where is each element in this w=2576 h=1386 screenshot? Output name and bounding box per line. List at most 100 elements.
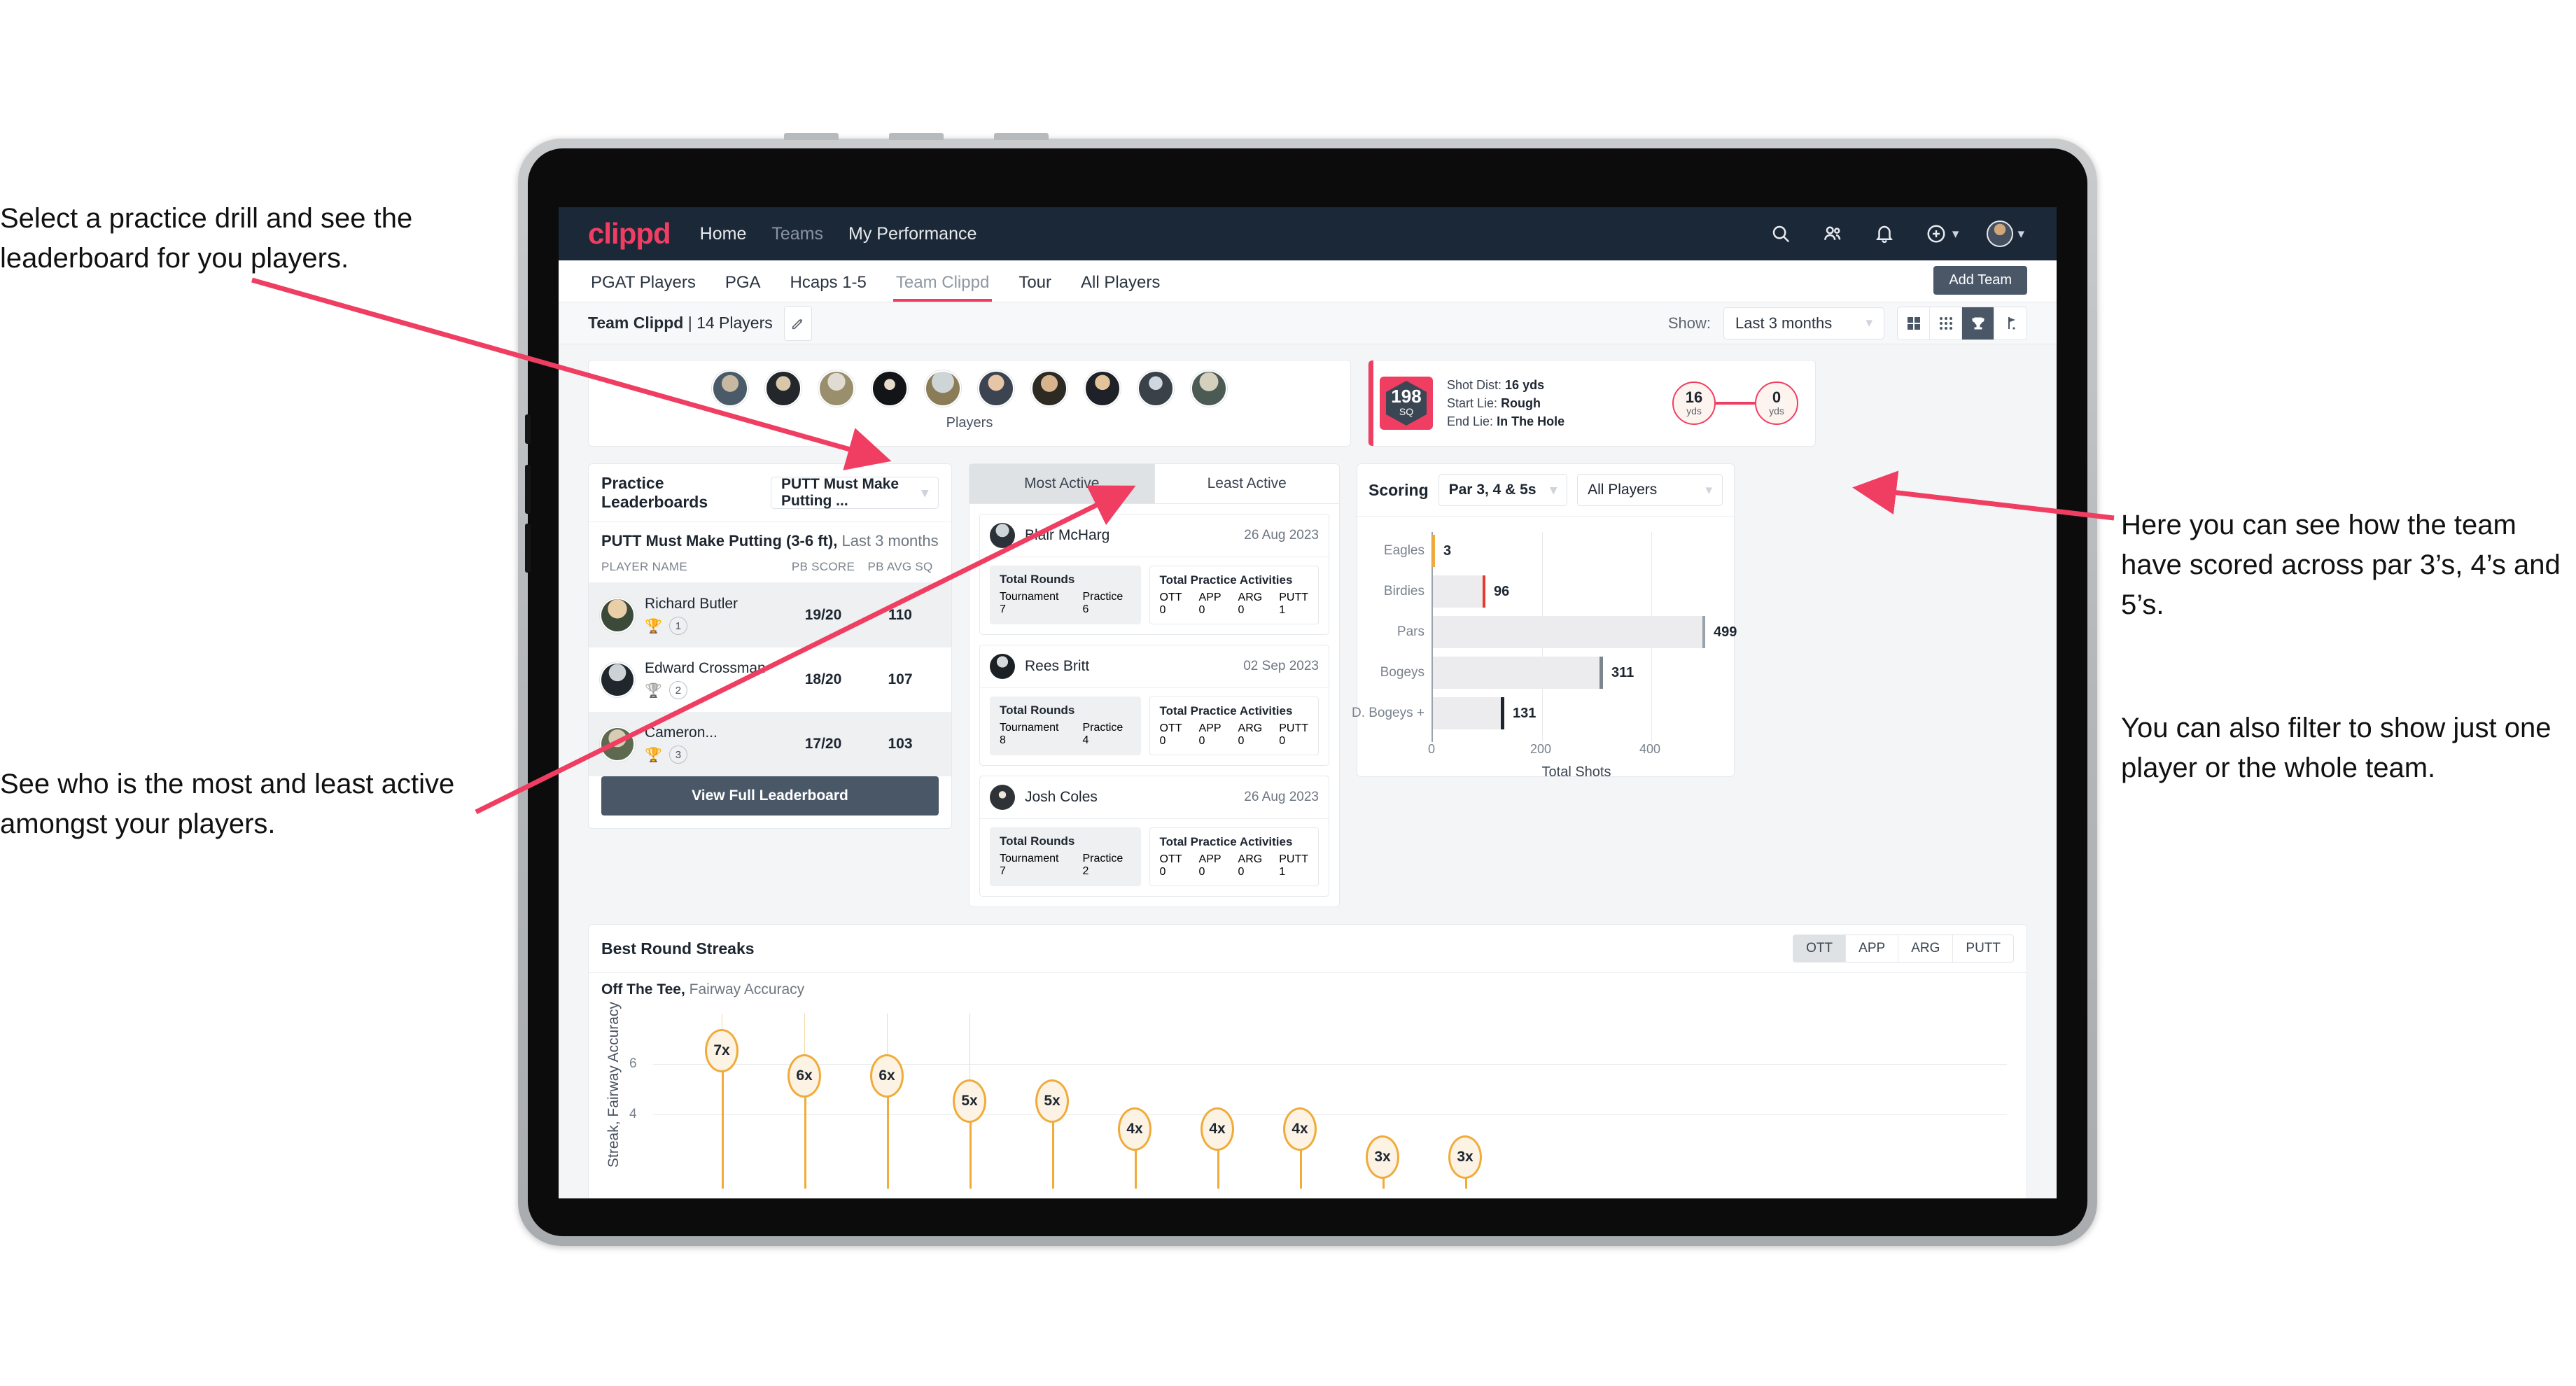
add-team-button[interactable]: Add Team: [1933, 266, 2027, 295]
date-range-select[interactable]: Last 3 months ▾: [1723, 307, 1884, 340]
avatar[interactable]: [765, 370, 802, 407]
avatar[interactable]: [712, 370, 748, 407]
rounds-columns: Tournament 7 Practice 6: [1000, 591, 1131, 616]
drill-select[interactable]: PUTT Must Make Putting ... ▾: [771, 476, 939, 509]
avatar[interactable]: [978, 370, 1014, 407]
data-point[interactable]: 3x: [1366, 1135, 1399, 1179]
chevron-down-icon: ▾: [1865, 316, 1872, 330]
streaks-plot-area: 6 4 7x 6x 6x 5x 5x 4x 4x 4x 3x 3x: [629, 1014, 2007, 1189]
player-filter-select[interactable]: All Players ▾: [1577, 474, 1723, 506]
dots-view-icon[interactable]: [1930, 307, 1962, 340]
par-filter-select[interactable]: Par 3, 4 & 5s ▾: [1438, 474, 1568, 506]
value: 0: [1198, 604, 1205, 616]
tab-hcaps-1-5[interactable]: Hcaps 1-5: [788, 273, 869, 302]
tab-all-players[interactable]: All Players: [1078, 273, 1163, 302]
leaderboard-subtitle: PUTT Must Make Putting (3-6 ft), Last 3 …: [589, 522, 951, 560]
nav-link-teams[interactable]: Teams: [771, 224, 823, 244]
chevron-down-icon: ▾: [1550, 482, 1558, 498]
data-point[interactable]: 4x: [1283, 1107, 1317, 1151]
list-item[interactable]: Josh Coles 26 Aug 2023 Total Rounds Tour…: [979, 776, 1329, 897]
label: Practice: [1082, 722, 1124, 734]
table-row[interactable]: Cameron... 🏆 3 17/20 103: [589, 712, 951, 776]
trophy-icon: 🏆: [645, 618, 662, 634]
data-point[interactable]: 6x: [788, 1054, 821, 1098]
profile-menu[interactable]: ▾: [1987, 220, 2024, 247]
last-activity-date: 02 Sep 2023: [1243, 659, 1319, 673]
flag-view-icon[interactable]: [1994, 307, 2026, 340]
table-row[interactable]: Edward Crossman 🏆 2 18/20 107: [589, 648, 951, 712]
label: ARG: [1238, 722, 1263, 734]
segment-app[interactable]: APP: [1846, 935, 1899, 962]
bar-value: 311: [1611, 664, 1634, 680]
data-point[interactable]: 5x: [1035, 1079, 1069, 1123]
avatar[interactable]: [1138, 370, 1174, 407]
avatar[interactable]: [1084, 370, 1121, 407]
mid-row: Practice Leaderboards PUTT Must Make Put…: [559, 447, 2057, 907]
people-icon[interactable]: [1821, 222, 1844, 246]
tab-least-active[interactable]: Least Active: [1155, 464, 1340, 503]
avatar[interactable]: [872, 370, 908, 407]
x-axis-title: Total Shots: [1541, 764, 1611, 780]
rounds-columns: Tournament 7 Practice 2: [1000, 853, 1131, 878]
activity-ott: OTT 0: [1160, 722, 1182, 748]
data-point[interactable]: 4x: [1118, 1107, 1152, 1151]
trophy-view-icon[interactable]: [1962, 307, 1994, 340]
tab-most-active[interactable]: Most Active: [969, 464, 1155, 503]
pencil-icon[interactable]: [783, 305, 812, 341]
top-navbar: clippd Home Teams My Performance ▾ ▾: [559, 207, 2057, 260]
rounds-tournament: Tournament 7: [1000, 591, 1059, 616]
avatar[interactable]: [1031, 370, 1068, 407]
practice-activities-box: Total Practice Activities OTT 0 APP 0 AR…: [1149, 827, 1319, 886]
rounds-practice: Practice 2: [1083, 853, 1124, 878]
view-full-leaderboard-button[interactable]: View Full Leaderboard: [601, 776, 939, 816]
nav-link-my-performance[interactable]: My Performance: [848, 224, 976, 244]
avatar[interactable]: [1191, 370, 1227, 407]
tab-pga[interactable]: PGA: [722, 273, 764, 302]
avatar[interactable]: [1987, 220, 2014, 247]
plus-circle-icon[interactable]: [1924, 222, 1948, 246]
list-item[interactable]: Rees Britt 02 Sep 2023 Total Rounds Tour…: [979, 645, 1329, 766]
bar: [1433, 616, 1705, 648]
data-point[interactable]: 7x: [705, 1029, 738, 1072]
data-point[interactable]: 3x: [1448, 1135, 1482, 1179]
rank-badge: 1: [668, 617, 687, 635]
tab-pgat-players[interactable]: PGAT Players: [588, 273, 699, 302]
player-filter-value: All Players: [1588, 482, 1658, 498]
segment-arg[interactable]: ARG: [1898, 935, 1954, 962]
avatar[interactable]: [818, 370, 855, 407]
tab-tour[interactable]: Tour: [1016, 273, 1054, 302]
device-side-key-3: [525, 524, 531, 573]
bar-row-birdies: Birdies 96: [1384, 575, 1509, 608]
practice-activities-title: Total Practice Activities: [1159, 835, 1293, 848]
table-row[interactable]: Richard Butler 🏆 1 19/20 110: [589, 583, 951, 648]
hexagon-icon: 198 SQ: [1386, 381, 1427, 426]
bar-row-double-bogeys: D. Bogeys + 131: [1352, 697, 1536, 729]
trophy-icon: 🏆: [645, 747, 662, 763]
players-caption: Players: [946, 415, 993, 430]
value: 0: [1159, 735, 1166, 747]
clippd-logo[interactable]: clippd: [588, 217, 671, 251]
label: APP: [1198, 853, 1222, 865]
data-point[interactable]: 4x: [1200, 1107, 1234, 1151]
label: Practice: [1082, 853, 1124, 864]
data-point[interactable]: 6x: [870, 1054, 904, 1098]
sq-unit: SQ: [1399, 406, 1414, 418]
bell-icon[interactable]: [1872, 222, 1896, 246]
avatar[interactable]: [925, 370, 961, 407]
data-point[interactable]: 5x: [953, 1079, 986, 1123]
segment-ott[interactable]: OTT: [1793, 935, 1847, 962]
segment-putt[interactable]: PUTT: [1953, 935, 2013, 962]
activity-card-header: Rees Britt 02 Sep 2023: [980, 645, 1329, 687]
leaderboard-columns: PLAYER NAME PB SCORE PB AVG SQ: [589, 560, 951, 583]
nav-link-home[interactable]: Home: [700, 224, 747, 244]
activity-ott: OTT 0: [1160, 853, 1182, 878]
shot-quality-card: 198 SQ Shot Dist: 16 yds Start Lie: Roug…: [1368, 360, 1816, 447]
grid-view-icon[interactable]: [1898, 307, 1930, 340]
list-item[interactable]: Blair McHarg 26 Aug 2023 Total Rounds To…: [979, 514, 1329, 635]
activity-putt: PUTT 1: [1279, 853, 1308, 878]
view-mode-toggle: [1897, 306, 2027, 340]
value: 0: [1238, 866, 1245, 878]
search-icon[interactable]: [1769, 222, 1793, 246]
tab-team-clippd[interactable]: Team Clippd: [892, 273, 993, 302]
add-menu[interactable]: ▾: [1924, 222, 1959, 246]
